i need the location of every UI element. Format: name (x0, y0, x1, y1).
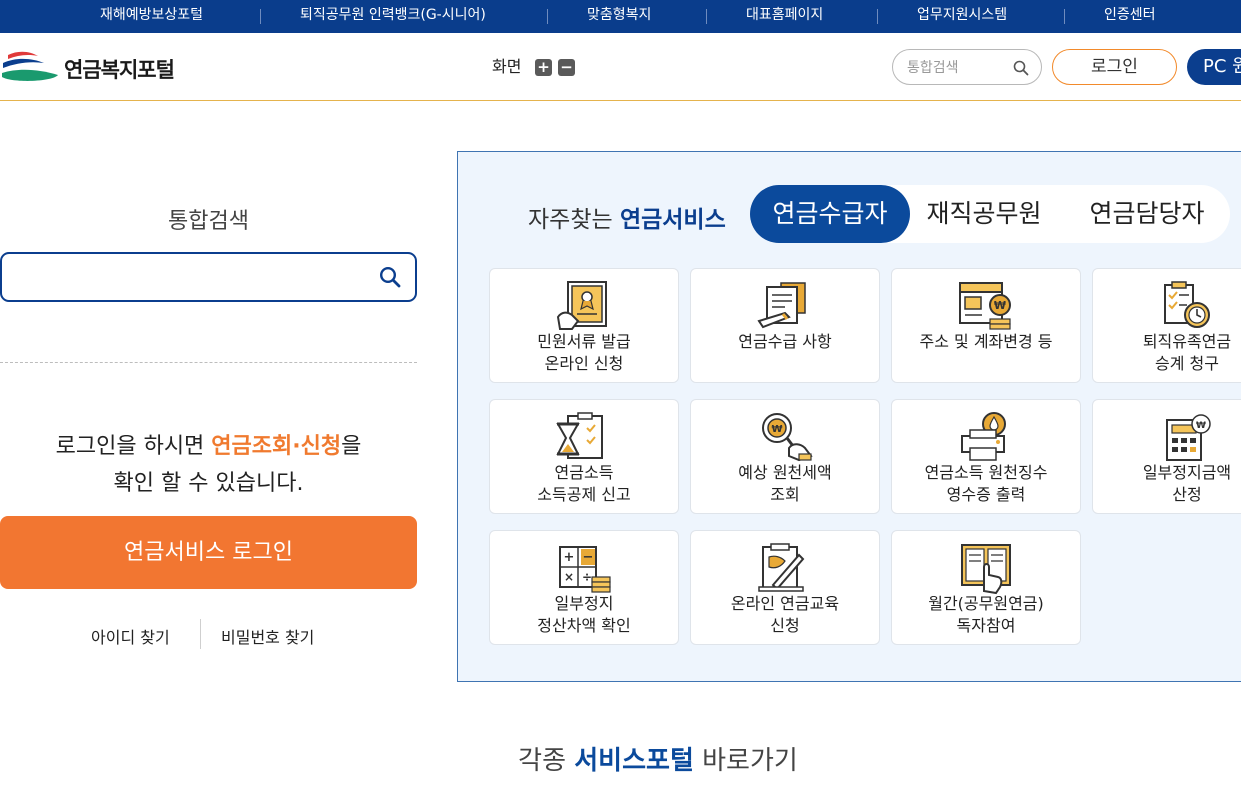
magazine-hand-icon (961, 544, 1011, 595)
service-card-pension-status[interactable]: 연금수급 사항 (690, 268, 880, 383)
service-card-label: 온라인 연금교육 신청 (730, 594, 840, 635)
service-card-address-account[interactable]: ₩ 주소 및 계좌변경 등 (891, 268, 1081, 383)
header-search-box (892, 49, 1042, 85)
service-card-partial-suspension-amount[interactable]: ₩ 일부정지금액 산정 (1092, 399, 1241, 514)
zoom-in-button[interactable]: + (535, 59, 552, 76)
service-card-label: 퇴직유족연금 승계 청구 (1142, 332, 1232, 373)
header-login-button[interactable]: 로그인 (1052, 49, 1177, 85)
topbar-separator (706, 9, 707, 24)
svg-text:₩: ₩ (771, 424, 782, 435)
logo-text: 연금복지포털 (64, 58, 175, 82)
zoom-label: 화면 (492, 57, 522, 76)
book-pencil-icon (758, 543, 805, 592)
service-card-label: 예상 원천세액 조회 (738, 463, 832, 504)
printer-drop-icon (961, 412, 1006, 461)
login-prompt-highlight: 연금조회·신청 (211, 434, 342, 459)
svg-text:₩: ₩ (1196, 421, 1206, 431)
service-card-label: 연금수급 사항 (738, 332, 832, 351)
login-prompt-pre: 로그인을 하시면 (55, 434, 212, 459)
svg-text:−: − (583, 550, 594, 565)
service-card-settlement-difference[interactable]: + − × ÷ 일부정지 정산차액 확인 (489, 530, 679, 645)
checklist-clock-icon (1164, 281, 1210, 328)
search-icon[interactable] (1013, 60, 1029, 76)
topbar-link-disaster-portal[interactable]: 재해예방보상포털 (100, 0, 203, 33)
service-card-monthly-magazine[interactable]: 월간(공무원연금) 독자참여 (891, 530, 1081, 645)
service-card-label: 연금소득 원천징수 영수증 출력 (924, 463, 1048, 504)
tab-active-officials[interactable]: 재직공무원 (914, 185, 1054, 243)
integrated-search-title: 통합검색 (168, 209, 249, 234)
zoom-out-button[interactable]: − (558, 59, 575, 76)
login-prompt-post: 을 (341, 434, 362, 459)
search-icon[interactable] (379, 266, 401, 288)
service-card-online-education[interactable]: 온라인 연금교육 신청 (690, 530, 880, 645)
top-utility-bar: 재해예방보상포털 퇴직공무원 인력뱅크(G-시니어) 맞춤형복지 대표홈페이지 … (0, 0, 1241, 33)
site-header: 연금복지포털 화면 + − 로그인 PC 원 (0, 33, 1241, 101)
services-title-bold: 연금서비스 (619, 207, 726, 233)
topbar-link-work-system[interactable]: 업무지원시스템 (917, 0, 1007, 33)
section-divider (0, 362, 417, 363)
topbar-separator (877, 9, 878, 24)
service-card-label: 주소 및 계좌변경 등 (919, 332, 1053, 351)
pension-login-button[interactable]: 연금서비스 로그인 (0, 516, 417, 589)
service-card-civil-documents[interactable]: 민원서류 발급 온라인 신청 (489, 268, 679, 383)
integrated-search-box (0, 252, 417, 302)
logo-mark-icon (2, 51, 58, 81)
topbar-link-cert-center[interactable]: 인증센터 (1104, 0, 1156, 33)
topbar-separator (547, 9, 548, 24)
shortcuts-title-bold: 서비스포털 (574, 746, 694, 776)
service-tabs: 연금수급자 재직공무원 연금담당자 (750, 185, 1230, 243)
tab-pension-recipient[interactable]: 연금수급자 (750, 185, 910, 243)
svg-text:+: + (564, 550, 575, 565)
find-password-link[interactable]: 비밀번호 찾기 (221, 624, 314, 648)
service-card-label: 일부정지 정산차액 확인 (537, 594, 631, 635)
svg-text:₩: ₩ (994, 299, 1006, 312)
header-search-input[interactable] (907, 50, 1017, 84)
calculator-coins-icon: + − × ÷ (559, 546, 611, 593)
bank-account-icon: ₩ (959, 282, 1011, 330)
topbar-link-welfare[interactable]: 맞춤형복지 (587, 0, 651, 33)
calculator-coin-icon: ₩ (1166, 414, 1211, 461)
topbar-separator (260, 9, 261, 24)
certificate-icon (556, 281, 607, 330)
service-portal-shortcuts-title: 각종 서비스포털 바로가기 (0, 740, 1241, 777)
service-card-label: 연금소득 소득공제 신고 (537, 463, 631, 504)
document-pen-icon (757, 282, 806, 329)
frequent-services-panel: 자주찾는 연금서비스 연금수급자 재직공무원 연금담당자 민원서류 발급 온라인… (457, 151, 1241, 682)
find-id-link[interactable]: 아이디 찾기 (91, 624, 170, 648)
svg-text:×: × (564, 570, 574, 584)
topbar-link-homepage[interactable]: 대표홈페이지 (746, 0, 823, 33)
service-card-receipt-print[interactable]: 연금소득 원천징수 영수증 출력 (891, 399, 1081, 514)
shortcuts-title-pre: 각종 (518, 746, 575, 776)
services-title-pre: 자주찾는 (528, 207, 620, 233)
service-card-label: 일부정지금액 산정 (1142, 463, 1232, 504)
magnifier-coin-icon: ₩ (762, 413, 813, 462)
service-card-survivor-pension[interactable]: 퇴직유족연금 승계 청구 (1092, 268, 1241, 383)
login-prompt-line2: 확인 할 수 있습니다. (113, 471, 304, 496)
hourglass-checklist-icon (556, 412, 603, 459)
shortcuts-title-post: 바로가기 (693, 746, 798, 776)
integrated-search-input[interactable] (14, 254, 364, 300)
tab-pension-officer[interactable]: 연금담당자 (1072, 185, 1222, 243)
service-card-label: 민원서류 발급 온라인 신청 (537, 332, 631, 373)
pc-version-button[interactable]: PC 원 (1187, 49, 1241, 85)
svg-text:÷: ÷ (582, 570, 592, 584)
login-prompt-message: 로그인을 하시면 연금조회·신청을 확인 할 수 있습니다. (0, 428, 417, 502)
service-card-withholding-estimate[interactable]: ₩ 예상 원천세액 조회 (690, 399, 880, 514)
find-separator (200, 619, 201, 649)
topbar-link-g-senior[interactable]: 퇴직공무원 인력뱅크(G-시니어) (300, 0, 486, 33)
service-card-income-deduction[interactable]: 연금소득 소득공제 신고 (489, 399, 679, 514)
site-logo[interactable]: 연금복지포털 (0, 47, 200, 87)
service-card-label: 월간(공무원연금) 독자참여 (928, 594, 1044, 635)
topbar-separator (1064, 9, 1065, 24)
services-title: 자주찾는 연금서비스 (528, 200, 726, 234)
